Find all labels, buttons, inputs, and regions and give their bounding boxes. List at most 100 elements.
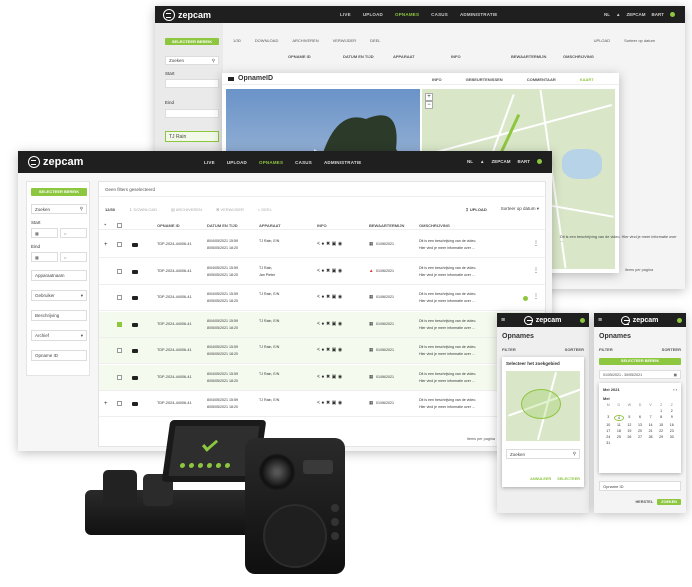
calendar-day[interactable]: 27 bbox=[635, 435, 646, 439]
tab-events[interactable]: GEBEURTENISSEN bbox=[466, 77, 503, 82]
expand-row-icon[interactable]: + bbox=[104, 242, 108, 248]
calendar-day[interactable]: 28 bbox=[645, 435, 656, 439]
nav-live[interactable]: LIVE bbox=[204, 160, 215, 165]
chevron-right-icon[interactable]: › bbox=[676, 387, 677, 392]
recording-id[interactable]: TDP-2024-44006-41 bbox=[157, 348, 192, 352]
nav-opnames[interactable]: OPNAMES bbox=[259, 160, 283, 165]
calendar-day[interactable]: 19 bbox=[624, 429, 635, 433]
chevron-left-icon[interactable]: ‹ bbox=[673, 387, 674, 392]
recording-id[interactable]: TDP-2024-44006-41 bbox=[157, 295, 192, 299]
calendar-day[interactable]: 18 bbox=[614, 429, 625, 433]
calendar-day[interactable]: 30 bbox=[666, 435, 677, 439]
start-time-input[interactable]: ○ bbox=[60, 228, 87, 238]
table-row[interactable]: TDP-2024-44006-41 8/04/05/2021 15:59 8/05/… bbox=[99, 259, 545, 285]
search-input[interactable]: Zoeken ⚲ bbox=[31, 204, 87, 214]
filter-description[interactable]: Beschrijving bbox=[31, 310, 87, 321]
calendar-day[interactable]: 3 bbox=[603, 415, 614, 421]
row-checkbox[interactable] bbox=[117, 401, 122, 406]
m2-apply-button[interactable]: ZOEKEN bbox=[657, 499, 681, 505]
menu-icon[interactable]: ≡ bbox=[598, 317, 602, 324]
back-search[interactable]: Zoeken ⚲ bbox=[165, 56, 219, 65]
back-upload-button[interactable]: UPLOAD bbox=[594, 38, 610, 43]
m2-recording-id-field[interactable]: Opname ID bbox=[599, 481, 681, 491]
archive-button[interactable]: ▤ ARCHIVEREN bbox=[171, 207, 202, 212]
back-nav-casus[interactable]: CASUS bbox=[431, 12, 448, 17]
m1-sort-button[interactable]: SORTEER bbox=[565, 347, 584, 352]
m2-sort-button[interactable]: SORTEER bbox=[662, 347, 681, 352]
m2-filter-button[interactable]: FILTER bbox=[599, 347, 613, 352]
calendar-day[interactable]: 23 bbox=[666, 429, 677, 433]
filter-recording-id[interactable]: Opname ID bbox=[31, 350, 87, 361]
calendar-day[interactable]: 7 bbox=[645, 415, 656, 421]
expand-all-icon[interactable]: + bbox=[104, 222, 106, 227]
back-nav-upload[interactable]: UPLOAD bbox=[363, 12, 383, 17]
calendar-day[interactable]: 14 bbox=[645, 423, 656, 427]
calendar-day[interactable]: 5 bbox=[624, 415, 635, 421]
tab-comments[interactable]: COMMENTAAR bbox=[527, 77, 556, 82]
bell-icon[interactable]: ▲ bbox=[616, 12, 620, 17]
table-row[interactable]: + TDP-2024-44006-41 8/04/05/2021 15:59 8/05… bbox=[99, 391, 545, 417]
calendar-day[interactable]: 25 bbox=[614, 435, 625, 439]
recording-id[interactable]: TDP-2024-44006-41 bbox=[157, 401, 192, 405]
back-nav-opnames[interactable]: OPNAMES bbox=[395, 12, 419, 17]
row-menu-icon[interactable]: ⋮ bbox=[533, 293, 539, 300]
m1-filter-button[interactable]: FILTER bbox=[502, 347, 516, 352]
back-selected-device[interactable]: TJ Rain bbox=[165, 131, 219, 142]
calendar-day[interactable]: 26 bbox=[624, 435, 635, 439]
expand-row-icon[interactable]: + bbox=[104, 401, 108, 407]
calendar-day[interactable]: 2 bbox=[666, 409, 677, 413]
m1-cancel-button[interactable]: ANNULEER bbox=[530, 477, 551, 481]
row-checkbox[interactable] bbox=[117, 242, 122, 247]
end-time-input[interactable]: ○ bbox=[60, 252, 87, 262]
row-checkbox[interactable] bbox=[117, 295, 122, 300]
calendar-day[interactable]: 17 bbox=[603, 429, 614, 433]
calendar-day[interactable]: 8 bbox=[656, 415, 667, 421]
row-checkbox[interactable] bbox=[117, 374, 122, 380]
calendar-day[interactable]: 20 bbox=[635, 429, 646, 433]
calendar-day[interactable]: 21 bbox=[645, 429, 656, 433]
calendar-day[interactable]: 24 bbox=[603, 435, 614, 439]
calendar-day[interactable]: 12 bbox=[624, 423, 635, 427]
calendar-day[interactable]: 10 bbox=[603, 423, 614, 427]
nav-casus[interactable]: CASUS bbox=[295, 160, 312, 165]
back-sort-select[interactable]: Sorteer op datum bbox=[624, 38, 655, 43]
row-checkbox[interactable] bbox=[117, 268, 122, 274]
back-user-name[interactable]: ZEPCAM bbox=[627, 12, 646, 17]
m1-search-input[interactable]: Zoeken ⚲ bbox=[506, 449, 580, 459]
back-nav-live[interactable]: LIVE bbox=[340, 12, 351, 17]
back-share-button[interactable]: DEEL bbox=[370, 38, 380, 43]
m1-select-button[interactable]: SELECTEER bbox=[557, 477, 580, 481]
back-start-date[interactable] bbox=[165, 79, 219, 88]
share-button[interactable]: < DEEL bbox=[258, 207, 272, 212]
tab-info[interactable]: INFO bbox=[432, 77, 442, 82]
range-button[interactable]: SELECTEER BEREIK bbox=[31, 188, 87, 196]
calendar-day[interactable]: 16 bbox=[666, 423, 677, 427]
m1-map[interactable] bbox=[506, 371, 580, 441]
table-row[interactable]: TDP-2024-44006-41 8/04/05/2021 15:59 8/05/… bbox=[99, 364, 545, 391]
back-user-menu[interactable]: BART bbox=[652, 12, 665, 17]
recording-id[interactable]: TDP-2024-44006-41 bbox=[157, 375, 192, 379]
menu-icon[interactable]: ≡ bbox=[501, 317, 505, 324]
back-end-date[interactable] bbox=[165, 109, 219, 118]
download-button[interactable]: ↧ DOWNLOAD bbox=[129, 207, 157, 212]
row-menu-icon[interactable]: ⋮ bbox=[533, 267, 539, 274]
nav-upload[interactable]: UPLOAD bbox=[227, 160, 247, 165]
main-user-name[interactable]: ZEPCAM bbox=[492, 159, 511, 164]
back-nav-admin[interactable]: ADMINISTRATIE bbox=[460, 12, 498, 17]
m2-month-select[interactable]: Mei 2021 bbox=[603, 387, 620, 392]
filter-archive[interactable]: Archief ▾ bbox=[31, 330, 87, 341]
calendar-day[interactable]: 15 bbox=[656, 423, 667, 427]
main-lang[interactable]: NL bbox=[467, 159, 473, 164]
calendar-day[interactable]: 29 bbox=[656, 435, 667, 439]
m2-reset-button[interactable]: HERSTEL bbox=[635, 500, 653, 504]
zoom-in-button[interactable]: + bbox=[425, 93, 433, 101]
calendar-day[interactable]: 31 bbox=[603, 441, 614, 445]
back-archive-button[interactable]: ARCHIVEREN bbox=[292, 38, 318, 43]
recording-id[interactable]: TDP-2024-44006-41 bbox=[157, 322, 192, 326]
back-download-button[interactable]: DOWNLOAD bbox=[255, 38, 279, 43]
end-date-input[interactable]: ▦ bbox=[31, 252, 58, 262]
calendar-day[interactable]: 9 bbox=[666, 415, 677, 421]
filter-user[interactable]: Gebruiker ▾ bbox=[31, 290, 87, 301]
upload-button[interactable]: ↥ UPLOAD bbox=[465, 207, 486, 212]
main-user-menu[interactable]: BART bbox=[518, 159, 531, 164]
